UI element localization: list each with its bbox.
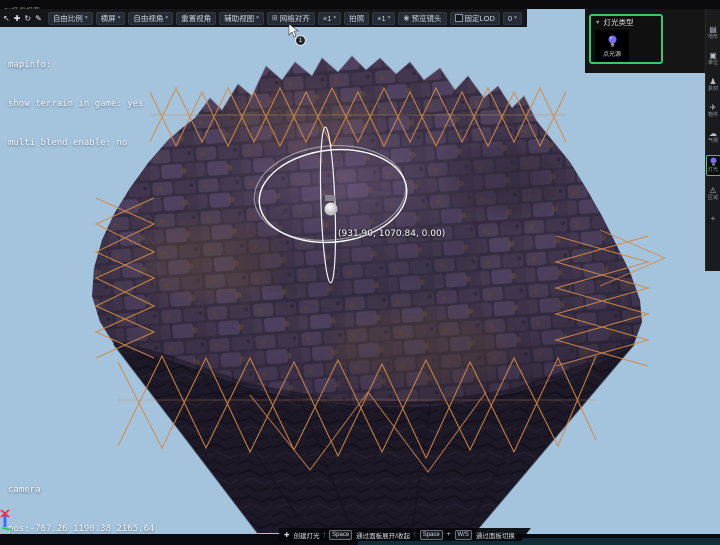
chevron-down-icon: ▾ [256, 15, 259, 21]
camera-line: camera [8, 485, 41, 495]
lod-value-dropdown[interactable]: 0 ▾ [502, 11, 522, 25]
collapse-icon[interactable]: ▼ [595, 20, 600, 26]
free-view-label: 自由视角 [133, 13, 164, 23]
chevron-down-icon: ▾ [514, 15, 517, 21]
category-sidebar: ▤ 地形 ▣ 单位 ♟ 素材 ✈ 物件 ☁ 气候 灯光 ⚠ 区域 + [705, 9, 720, 271]
reset-view-button[interactable]: 重置视角 [176, 11, 217, 25]
space-key-badge: Space [329, 530, 352, 540]
helper-view-label: 辅助视图 [224, 13, 255, 23]
panel-expand-hint: 通过面板展开/收起 [356, 532, 410, 540]
draw-tool-icon[interactable]: ✎ [35, 12, 42, 25]
sidebar-item-region[interactable]: ⚠ 区域 [707, 186, 719, 202]
count-badge: 1 [295, 35, 306, 46]
snapshot-button[interactable]: 拍照 [344, 11, 370, 25]
space-key-badge: Space [420, 530, 443, 540]
unit-icon: ▣ [709, 51, 717, 60]
sidebar-item-label: 区域 [707, 195, 719, 201]
light-type-header[interactable]: ▼ 灯光类型 [595, 17, 657, 28]
light-bulb-icon [608, 35, 616, 47]
sidebar-item-label: 物件 [707, 112, 719, 118]
plus-sign: + [446, 531, 451, 538]
sidebar-item-terrain[interactable]: ▤ 地形 [707, 25, 719, 41]
axis-orientation-icon [0, 509, 13, 531]
object-icon: ✈ [709, 103, 717, 112]
separator: | [413, 531, 416, 538]
preview-camera-button[interactable]: ◉ 预览镜头 [398, 11, 447, 25]
snapshot-label: 拍照 [349, 13, 365, 23]
chevron-down-icon: ▾ [84, 15, 88, 21]
chevron-down-icon: ▾ [165, 15, 169, 21]
sidebar-item-light-selected[interactable]: 灯光 [705, 155, 720, 176]
mapinfo-line: mapinfo: [8, 60, 52, 70]
free-ratio-dropdown[interactable]: 自由比例 ▾ [47, 11, 93, 25]
checkbox-icon [454, 14, 463, 22]
point-light-label: 点光源 [602, 51, 621, 58]
create-tool-icon: ✚ [284, 531, 290, 539]
sidebar-item-label: 气候 [707, 138, 719, 144]
light-type-group: ▼ 灯光类型 点光源 [589, 14, 663, 64]
chevron-down-icon: ▾ [117, 15, 121, 21]
cloud-icon: ☁ [708, 129, 717, 138]
grid-icon: ⊞ [271, 15, 278, 22]
orientation-dropdown[interactable]: 横屏 ▾ [95, 11, 126, 25]
create-light-label: 创建灯光 [293, 532, 320, 540]
chevron-down-icon: ▾ [333, 15, 337, 21]
grid-snap-label: 网格对齐 [279, 13, 310, 23]
ws-key-badge: W/S [455, 530, 472, 540]
sidebar-item-object[interactable]: ✈ 物件 [707, 103, 719, 119]
toolbar: ↖ ✚ ↻ ✎ 自由比例 ▾ 横屏 ▾ 自由视角 ▾ 重置视角 辅助视图 ▾ ⊞… [0, 9, 527, 27]
light-type-title: 灯光类型 [603, 18, 634, 27]
sidebar-item-label: 灯光 [707, 167, 719, 173]
warning-triangle-icon: ⚠ [709, 186, 717, 195]
status-bar: ✚ 创建灯光 | Space 通过面板展开/收起 | Space + W/S 通… [279, 528, 531, 541]
mouse-cursor: 1 [288, 24, 308, 46]
mapinfo-overlay: mapinfo: show terrain in game: yes multi… [8, 33, 143, 176]
helper-view-dropdown[interactable]: 辅助视图 ▾ [219, 11, 264, 25]
point-light-item[interactable]: 点光源 [595, 30, 629, 62]
mapinfo-line: multi blend enable: no [8, 138, 128, 148]
gizmo-coordinates: (931.90, 1070.84, 0.00) [338, 229, 445, 239]
grid-snap-button[interactable]: ⊞ 网格对齐 [266, 11, 315, 25]
rotate-tool-icon[interactable]: ↻ [24, 12, 31, 25]
chevron-down-icon: ▾ [387, 15, 391, 21]
sidebar-item-label: 单位 [707, 60, 719, 66]
free-ratio-label: 自由比例 [52, 13, 83, 23]
separator: | [323, 531, 326, 538]
gizmo-handle[interactable] [325, 195, 335, 201]
mapinfo-line: show terrain in game: yes [8, 99, 144, 109]
lod-value-label: 0 [507, 13, 513, 23]
move-tool-icon[interactable]: ✚ [14, 12, 21, 25]
titlebar: 0#场景视图 [0, 0, 720, 15]
reset-view-label: 重置视角 [181, 13, 212, 23]
select-tool-icon[interactable]: ↖ [3, 12, 10, 25]
free-view-dropdown[interactable]: 自由视角 ▾ [128, 11, 174, 25]
preview-camera-label: 预览镜头 [411, 13, 442, 23]
fixed-lod-checkbox[interactable]: 固定LOD [449, 11, 500, 25]
sidebar-item-label: 素材 [707, 86, 719, 92]
sidebar-item-material[interactable]: ♟ 素材 [707, 77, 719, 93]
scale-dropdown-2[interactable]: ×1 ▾ [372, 11, 396, 25]
gizmo-center-sphere[interactable] [324, 202, 338, 216]
panel-switch-hint: 通过面板切换 [475, 532, 515, 540]
eye-icon: ◉ [403, 15, 410, 22]
terrain-icon: ▤ [709, 25, 717, 34]
sidebar-item-weather[interactable]: ☁ 气候 [707, 129, 719, 145]
scale-dropdown-1[interactable]: ×1 ▾ [317, 11, 342, 25]
sidebar-item-label: 地形 [707, 34, 719, 40]
sidebar-item-unit[interactable]: ▣ 单位 [707, 51, 719, 67]
add-category-button[interactable]: + [711, 214, 716, 223]
light-type-panel: ▼ 灯光类型 点光源 [585, 9, 707, 73]
scale-1-label: ×1 [322, 13, 332, 23]
scene-view-window: (931.90, 1070.84, 0.00) 0#场景视图 ↖ ✚ ↻ ✎ 自… [0, 0, 720, 545]
scale-2-label: ×1 [377, 13, 386, 23]
light-bulb-icon [710, 157, 716, 166]
transform-tools: ↖ ✚ ↻ ✎ [3, 12, 42, 25]
orientation-label: 横屏 [100, 13, 116, 23]
fixed-lod-label: 固定LOD [464, 13, 495, 23]
camera-overlay: camera pos:-767.26 1190.38 2165.64 rot:-… [8, 458, 154, 545]
material-icon: ♟ [709, 77, 717, 86]
